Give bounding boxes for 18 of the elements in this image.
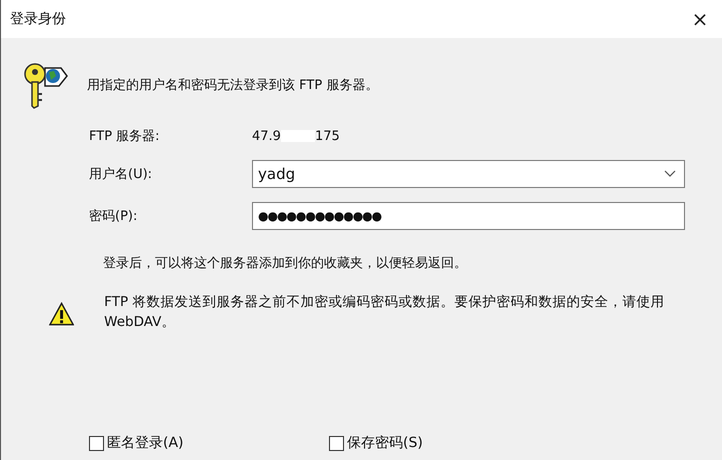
info-text: 登录后，可以将这个服务器添加到你的收藏夹，以便轻易返回。: [103, 255, 468, 272]
window-title: 登录身份: [10, 10, 66, 28]
warning-text: FTP 将数据发送到服务器之前不加密或编码密码或数据。要保护密码和数据的安全，请使用 WebDAV。: [104, 293, 666, 332]
server-label: FTP 服务器:: [89, 128, 161, 145]
password-label: 密码(P):: [89, 208, 138, 225]
error-message: 用指定的用户名和密码无法登录到该 FTP 服务器。: [87, 77, 378, 94]
checkbox[interactable]: [89, 436, 104, 450]
checkbox[interactable]: [329, 436, 344, 450]
username-combobox[interactable]: yadg: [252, 160, 685, 188]
username-label: 用户名(U):: [89, 166, 154, 183]
server-address: 175: [314, 128, 340, 144]
warning-icon: [49, 302, 74, 326]
password-field[interactable]: ●●●●●●●●●●●●●: [252, 202, 685, 230]
checkbox-label[interactable]: 保存密码(S): [347, 434, 423, 452]
server-address: 47.9: [252, 128, 281, 144]
checkbox-label[interactable]: 匿名登录(A): [107, 434, 184, 452]
close-button[interactable]: ×: [678, 0, 722, 38]
chevron-down-icon[interactable]: [664, 170, 676, 178]
